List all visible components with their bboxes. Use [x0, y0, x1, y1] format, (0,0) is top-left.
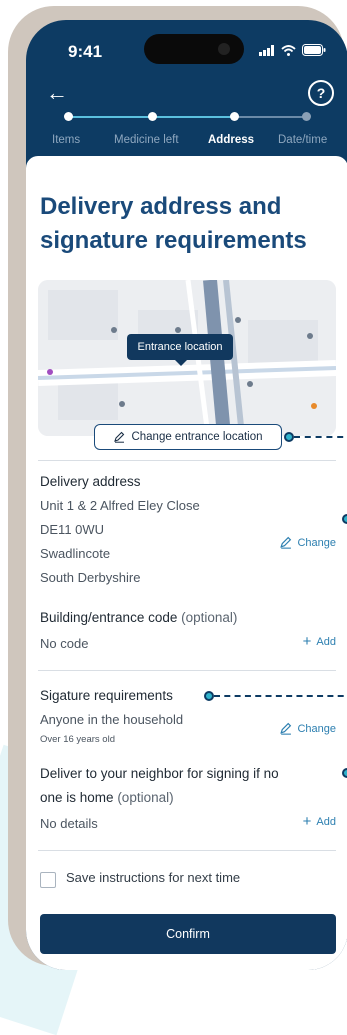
callout-dot [204, 691, 214, 701]
divider [38, 670, 336, 671]
callout-dot [342, 514, 347, 524]
save-instructions-label: Save instructions for next time [66, 870, 241, 885]
add-neighbor-label: Add [316, 816, 336, 828]
confirm-button[interactable]: Confirm [40, 914, 336, 954]
step-address[interactable]: Address [208, 134, 254, 146]
callout-dot [342, 768, 347, 778]
change-signature-label: Change [297, 722, 336, 735]
battery-icon [302, 44, 326, 56]
neighbor-title: one is home [40, 790, 114, 805]
phone-frame: 9:41 ← ? Items Medicine left Address Dat… [8, 6, 347, 970]
step-dot-items [64, 112, 73, 121]
optional-tag: (optional) [181, 610, 238, 625]
phone-screen: 9:41 ← ? Items Medicine left Address Dat… [26, 20, 347, 970]
plus-icon: + [302, 633, 312, 650]
step-medicine-left[interactable]: Medicine left [114, 134, 179, 146]
back-arrow-icon[interactable]: ← [46, 82, 68, 104]
entrance-code-label: Building/entrance code (optional) [40, 610, 237, 625]
change-address-label: Change [297, 536, 336, 549]
status-bar: 9:41 [26, 20, 347, 76]
pencil-icon [280, 536, 292, 549]
address-line-3: Swadlincote [40, 546, 111, 561]
callout-dot [284, 432, 294, 442]
change-entrance-label: Change entrance location [131, 431, 263, 443]
nav-bar: ← ? [26, 78, 347, 114]
pencil-icon [280, 722, 292, 735]
neighbor-value: No details [40, 816, 98, 831]
add-neighbor-button[interactable]: + Add [302, 813, 336, 830]
add-code-label: Add [316, 636, 336, 648]
status-icons [259, 44, 326, 56]
divider [38, 460, 336, 461]
delivery-address-label: Delivery address [40, 474, 141, 489]
status-time: 9:41 [68, 42, 103, 61]
step-items[interactable]: Items [52, 134, 80, 146]
signature-label: Sigature requirements [40, 688, 173, 703]
signature-value: Anyone in the household [40, 712, 184, 727]
progress-stepper: Items Medicine left Address Date/time [26, 112, 347, 156]
neighbor-label-2: one is home (optional) [40, 790, 174, 805]
dynamic-island [144, 34, 244, 64]
page-title: Delivery address and signature requireme… [40, 193, 307, 254]
callout-line [214, 695, 347, 697]
address-line-1: Unit 1 & 2 Alfred Eley Close [40, 498, 200, 513]
divider [38, 850, 336, 851]
address-line-2: DE11 0WU [40, 522, 105, 537]
change-entrance-button[interactable]: Change entrance location [94, 424, 282, 450]
optional-tag: (optional) [117, 790, 174, 805]
change-signature-button[interactable]: Change [279, 722, 336, 735]
content-card: Delivery address and signature requireme… [26, 156, 347, 970]
address-line-4: South Derbyshire [40, 570, 141, 585]
callout-line [294, 436, 347, 438]
step-dot-medicine [148, 112, 157, 121]
camera-icon [218, 43, 230, 55]
add-code-button[interactable]: + Add [302, 633, 336, 650]
plus-icon: + [302, 813, 312, 830]
help-icon[interactable]: ? [308, 80, 334, 106]
pencil-icon [114, 431, 125, 443]
wifi-icon [281, 44, 296, 56]
step-dot-datetime [302, 112, 311, 121]
neighbor-label-1: Deliver to your neighbor for signing if … [40, 766, 279, 781]
change-address-button[interactable]: Change [279, 536, 336, 549]
signature-note: Over 16 years old [40, 734, 115, 745]
step-date-time[interactable]: Date/time [278, 134, 327, 146]
save-instructions-checkbox[interactable] [40, 872, 56, 888]
entrance-code-value: No code [40, 636, 89, 651]
entrance-tooltip: Entrance location [127, 334, 233, 366]
entrance-code-title: Building/entrance code [40, 610, 178, 625]
step-dot-address [230, 112, 239, 121]
signal-icon [259, 44, 274, 56]
